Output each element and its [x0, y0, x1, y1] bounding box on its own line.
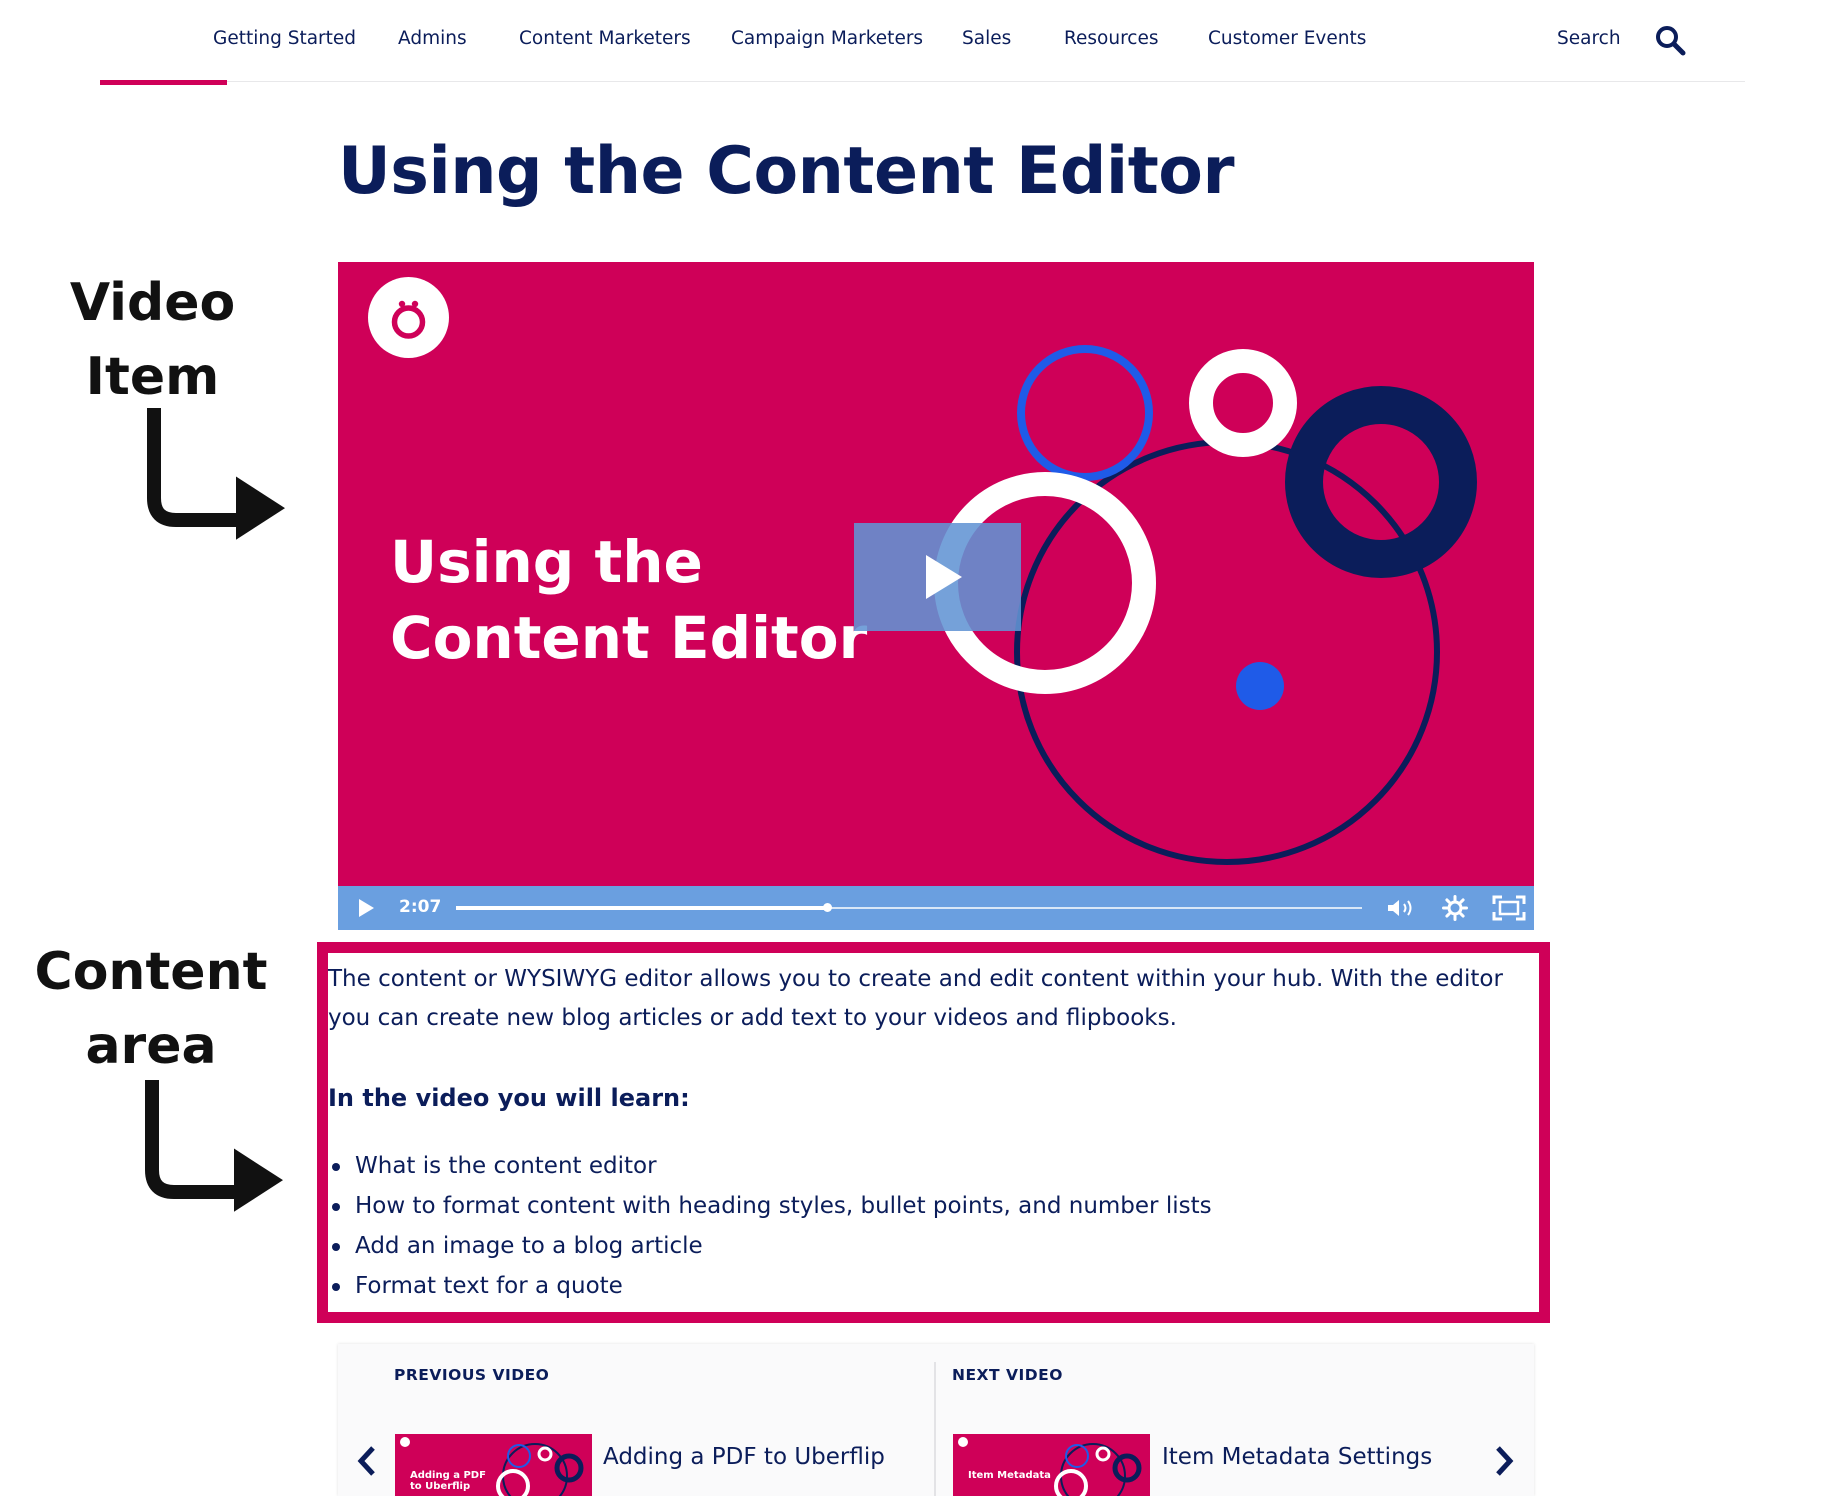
video-title-line-2: Content Editor [390, 604, 868, 672]
video-duration: 2:07 [399, 897, 442, 917]
top-nav: Getting Started Admins Content Marketers… [0, 0, 1830, 82]
annotation-video-line-1: Video [69, 273, 236, 333]
next-video-title[interactable]: Item Metadata Settings [1162, 1444, 1432, 1470]
next-thumbnail-caption: Item Metadata [968, 1470, 1051, 1481]
learn-heading: In the video you will learn: [328, 1084, 690, 1112]
page-title: Using the Content Editor [338, 134, 1235, 209]
video-progress-track[interactable] [456, 903, 1362, 912]
video-player[interactable]: Using the Content Editor 2:07 [338, 262, 1534, 930]
annotation-video-line-2: Item [85, 347, 220, 407]
search-link[interactable]: Search [1557, 28, 1621, 49]
fullscreen-icon[interactable] [1492, 895, 1526, 921]
nav-item-admins[interactable]: Admins [398, 28, 467, 49]
search-icon[interactable] [1654, 24, 1686, 56]
nav-divider [100, 81, 1745, 82]
nav-item-sales[interactable]: Sales [962, 28, 1011, 49]
uberflip-logo-icon [391, 300, 426, 339]
annotation-content-area: Content area [18, 935, 284, 1083]
big-play-button[interactable] [854, 523, 1021, 631]
video-controls-bar: 2:07 [338, 886, 1534, 930]
arrow-right-icon [147, 408, 285, 540]
play-icon [926, 555, 962, 599]
brand-logo [368, 277, 449, 358]
video-title-overlay: Using the Content Editor [390, 524, 867, 676]
nav-item-campaign-marketers[interactable]: Campaign Marketers [731, 28, 923, 49]
control-play-icon[interactable] [356, 898, 376, 918]
previous-video-label: PREVIOUS VIDEO [394, 1366, 550, 1384]
list-item: How to format content with heading style… [332, 1186, 1538, 1226]
video-progress-handle[interactable] [823, 903, 833, 912]
nav-item-customer-events[interactable]: Customer Events [1208, 28, 1366, 49]
video-progress-fill [456, 906, 828, 910]
next-video-label: NEXT VIDEO [952, 1366, 1063, 1384]
annotation-content-line-2: area [85, 1016, 217, 1076]
chevron-right-icon[interactable] [1493, 1444, 1515, 1478]
arrow-right-icon [145, 1080, 283, 1212]
list-item: Add an image to a blog article [332, 1226, 1538, 1266]
chevron-left-icon[interactable] [356, 1444, 378, 1478]
content-intro: The content or WYSIWYG editor allows you… [328, 966, 1503, 1031]
nav-item-getting-started[interactable]: Getting Started [213, 28, 356, 49]
content-area: The content or WYSIWYG editor allows you… [328, 960, 1538, 1306]
list-item: Format text for a quote [332, 1266, 1538, 1306]
previous-video-thumbnail[interactable]: Adding a PDF to Uberflip [395, 1434, 592, 1496]
previous-video-title[interactable]: Adding a PDF to Uberflip [603, 1444, 885, 1470]
annotation-video-item: Video Item [50, 266, 255, 414]
prev-next-divider [934, 1362, 936, 1496]
previous-thumbnail-caption: Adding a PDF to Uberflip [410, 1470, 486, 1492]
nav-item-resources[interactable]: Resources [1064, 28, 1158, 49]
next-video-thumbnail[interactable]: Item Metadata [953, 1434, 1150, 1496]
nav-active-indicator [100, 80, 227, 85]
learn-list: What is the content editor How to format… [328, 1146, 1538, 1306]
prev-next-card: PREVIOUS VIDEO Adding a PDF to Uberflip … [338, 1344, 1534, 1496]
settings-gear-icon[interactable] [1442, 895, 1468, 921]
annotation-content-line-1: Content [34, 942, 268, 1002]
list-item: What is the content editor [332, 1146, 1538, 1186]
video-title-line-1: Using the [390, 528, 703, 596]
nav-item-content-marketers[interactable]: Content Marketers [519, 28, 691, 49]
volume-icon[interactable] [1386, 896, 1416, 920]
thumbnail-art [958, 1437, 1142, 1496]
